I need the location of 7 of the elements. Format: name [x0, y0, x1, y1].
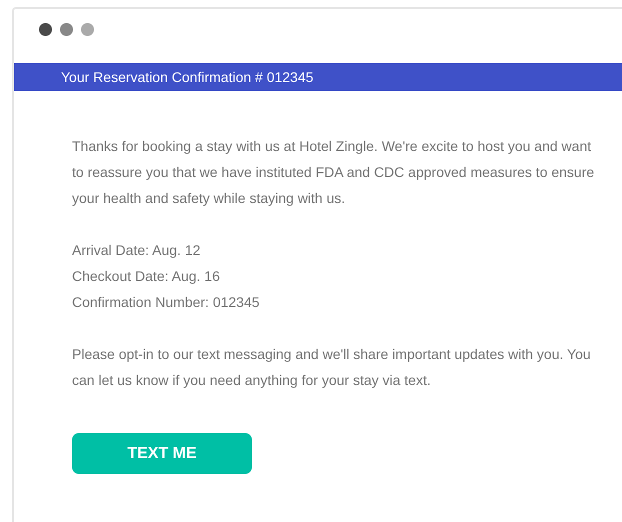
text-me-button[interactable]: TEXT ME	[72, 433, 252, 474]
header-title: Your Reservation Confirmation # 012345	[61, 68, 314, 86]
detail-line: Checkout Date: Aug. 16	[72, 267, 221, 286]
detail-line: Arrival Date: Aug. 12	[72, 241, 202, 260]
intro-paragraph: Thanks for booking a stay with us at Hotel Zingle. We're excite to host you and want to reassure you that we have instituted FDA and CDC approved measures to ensure your health and safety while staying with us.	[72, 137, 596, 208]
detail-line: Confirmation Number: 012345	[72, 293, 261, 312]
optin-paragraph: Please opt-in to our text messaging and we'll share important updates with you. You can let us know if you need anything for your stay via text.	[72, 345, 592, 390]
